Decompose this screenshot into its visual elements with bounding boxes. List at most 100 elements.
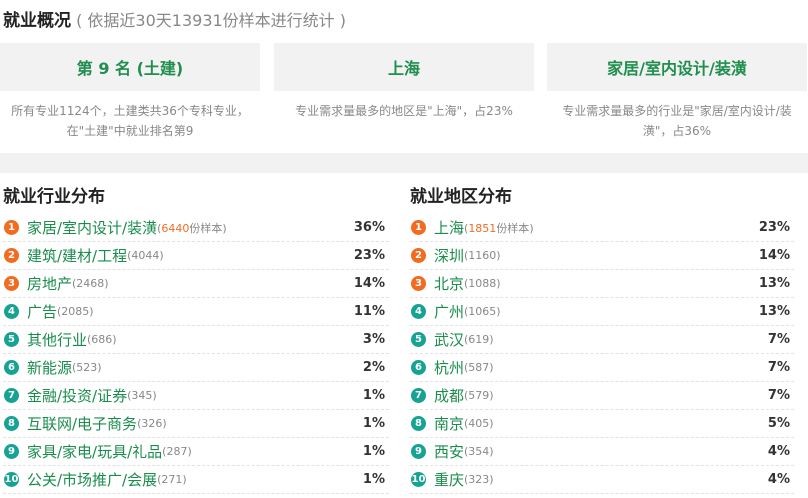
region-row: 5 武汉 (619) 7% bbox=[410, 326, 794, 354]
summary-card-region: 上海 专业需求量最多的地区是"上海"，占23% bbox=[274, 43, 534, 153]
industry-row: 6 新能源 (523) 2% bbox=[3, 354, 389, 382]
industry-row: 9 家具/家电/玩具/礼品 (287) 1% bbox=[3, 438, 389, 466]
page-title: 就业概况 bbox=[3, 11, 71, 31]
region-link[interactable]: 广州 bbox=[434, 301, 464, 322]
summary-headline: 家居/室内设计/装潢 bbox=[547, 43, 807, 91]
industry-link[interactable]: 家居/室内设计/装潢 bbox=[27, 217, 157, 238]
percentage: 14% bbox=[353, 276, 385, 291]
region-row: 9 西安 (354) 4% bbox=[410, 438, 794, 466]
region-link[interactable]: 上海 bbox=[434, 217, 464, 238]
rank-badge: 4 bbox=[4, 304, 19, 319]
region-row: 6 杭州 (587) 7% bbox=[410, 354, 794, 382]
industry-link[interactable]: 家具/家电/玩具/礼品 bbox=[27, 441, 162, 462]
industry-row: 2 建筑/建材/工程 (4044) 23% bbox=[3, 242, 389, 270]
summary-desc: 所有专业1124个，土建类共36个专科专业，在"土建"中就业排名第9 bbox=[11, 104, 249, 138]
region-link[interactable]: 重庆 bbox=[434, 469, 464, 490]
region-link[interactable]: 深圳 bbox=[434, 245, 464, 266]
region-link[interactable]: 杭州 bbox=[434, 357, 464, 378]
industry-link[interactable]: 互联网/电子商务 bbox=[27, 413, 137, 434]
industry-link[interactable]: 新能源 bbox=[27, 357, 72, 378]
region-row: 4 广州 (1065) 13% bbox=[410, 298, 794, 326]
rank-badge: 1 bbox=[4, 220, 19, 235]
sample-count: (523) bbox=[72, 361, 102, 374]
rank-badge: 6 bbox=[411, 360, 426, 375]
sample-count: (1088) bbox=[464, 277, 501, 290]
region-section: 就业地区分布 1 上海 (1851份样本) 23% 2 深圳 (1160) 14% 3 北京 (10… bbox=[410, 185, 794, 494]
sample-count: (4044) bbox=[127, 249, 164, 262]
sample-count: (587) bbox=[464, 361, 494, 374]
percentage: 23% bbox=[353, 248, 385, 263]
industry-row: 8 互联网/电子商务 (326) 1% bbox=[3, 410, 389, 438]
sample-count: (287) bbox=[162, 445, 192, 458]
sample-count: (1160) bbox=[464, 249, 501, 262]
rank-badge: 9 bbox=[411, 444, 426, 459]
summary-cards: 第 9 名 (土建) 所有专业1124个，土建类共36个专科专业，在"土建"中就… bbox=[0, 43, 808, 153]
sample-count: (579) bbox=[464, 389, 494, 402]
summary-headline: 上海 bbox=[274, 43, 534, 91]
region-link[interactable]: 南京 bbox=[434, 413, 464, 434]
rank-badge: 2 bbox=[411, 248, 426, 263]
sample-count: (405) bbox=[464, 417, 494, 430]
percentage: 11% bbox=[353, 304, 385, 319]
industry-section: 就业行业分布 1 家居/室内设计/装潢 (6440份样本) 36% 2 建筑/建材/工程(… bbox=[3, 185, 389, 494]
summary-desc: 专业需求量最多的地区是"上海"，占23% bbox=[295, 104, 513, 118]
rank-badge: 8 bbox=[4, 416, 19, 431]
percentage: 1% bbox=[362, 472, 385, 487]
rank-badge: 7 bbox=[411, 388, 426, 403]
summary-desc: 专业需求量最多的行业是"家居/室内设计/装潢"，占36% bbox=[562, 104, 792, 138]
region-row: 2 深圳 (1160) 14% bbox=[410, 242, 794, 270]
sample-count: (6440份样本) bbox=[157, 221, 227, 235]
region-list: 1 上海 (1851份样本) 23% 2 深圳 (1160) 14% 3 北京 (1088) 13% 4… bbox=[410, 214, 794, 494]
region-link[interactable]: 北京 bbox=[434, 273, 464, 294]
rank-badge: 4 bbox=[411, 304, 426, 319]
industry-link[interactable]: 建筑/建材/工程 bbox=[27, 245, 127, 266]
percentage: 3% bbox=[362, 332, 385, 347]
percentage: 7% bbox=[767, 388, 790, 403]
industry-link[interactable]: 广告 bbox=[27, 301, 57, 322]
industry-row: 7 金融/投资/证券 (345) 1% bbox=[3, 382, 389, 410]
percentage: 4% bbox=[767, 472, 790, 487]
page-subtitle: ( 依据近30天13931份样本进行统计 ) bbox=[76, 11, 347, 30]
rank-badge: 5 bbox=[411, 332, 426, 347]
summary-card-rank: 第 9 名 (土建) 所有专业1124个，土建类共36个专科专业，在"土建"中就… bbox=[0, 43, 260, 153]
region-row: 1 上海 (1851份样本) 23% bbox=[410, 214, 794, 242]
rank-badge: 2 bbox=[4, 248, 19, 263]
region-link[interactable]: 成都 bbox=[434, 385, 464, 406]
industry-link[interactable]: 房地产 bbox=[27, 273, 72, 294]
rank-badge: 9 bbox=[4, 444, 19, 459]
summary-card-industry: 家居/室内设计/装潢 专业需求量最多的行业是"家居/室内设计/装潢"，占36% bbox=[547, 43, 807, 153]
percentage: 36% bbox=[353, 220, 385, 235]
region-row: 10 重庆 (323) 4% bbox=[410, 466, 794, 494]
percentage: 7% bbox=[767, 332, 790, 347]
percentage: 5% bbox=[767, 416, 790, 431]
industry-link[interactable]: 金融/投资/证券 bbox=[27, 385, 127, 406]
region-row: 7 成都 (579) 7% bbox=[410, 382, 794, 410]
industry-row: 3 房地产 (2468) 14% bbox=[3, 270, 389, 298]
sample-count: (1065) bbox=[464, 305, 501, 318]
sample-count: (345) bbox=[127, 389, 157, 402]
summary-headline: 第 9 名 (土建) bbox=[0, 43, 260, 91]
percentage: 23% bbox=[758, 220, 790, 235]
sample-count: (354) bbox=[464, 445, 494, 458]
industry-list: 1 家居/室内设计/装潢 (6440份样本) 36% 2 建筑/建材/工程 (4044) 23… bbox=[3, 214, 389, 494]
industry-link[interactable]: 其他行业 bbox=[27, 329, 87, 350]
section-divider bbox=[0, 153, 808, 173]
percentage: 14% bbox=[758, 248, 790, 263]
sample-count: (323) bbox=[464, 473, 494, 486]
sample-count: (2468) bbox=[72, 277, 109, 290]
rank-badge: 10 bbox=[4, 472, 19, 487]
sample-count: (686) bbox=[87, 333, 117, 346]
rank-badge: 10 bbox=[411, 472, 426, 487]
region-link[interactable]: 武汉 bbox=[434, 329, 464, 350]
region-link[interactable]: 西安 bbox=[434, 441, 464, 462]
sample-count: (1851份样本) bbox=[464, 221, 534, 235]
percentage: 13% bbox=[758, 304, 790, 319]
industry-row: 10 公关/市场推广/会展 (271) 1% bbox=[3, 466, 389, 494]
percentage: 1% bbox=[362, 388, 385, 403]
percentage: 7% bbox=[767, 360, 790, 375]
sample-count: (326) bbox=[137, 417, 167, 430]
industry-link[interactable]: 公关/市场推广/会展 bbox=[27, 469, 157, 490]
rank-badge: 3 bbox=[411, 276, 426, 291]
sample-count: (619) bbox=[464, 333, 494, 346]
sample-count: (271) bbox=[157, 473, 187, 486]
